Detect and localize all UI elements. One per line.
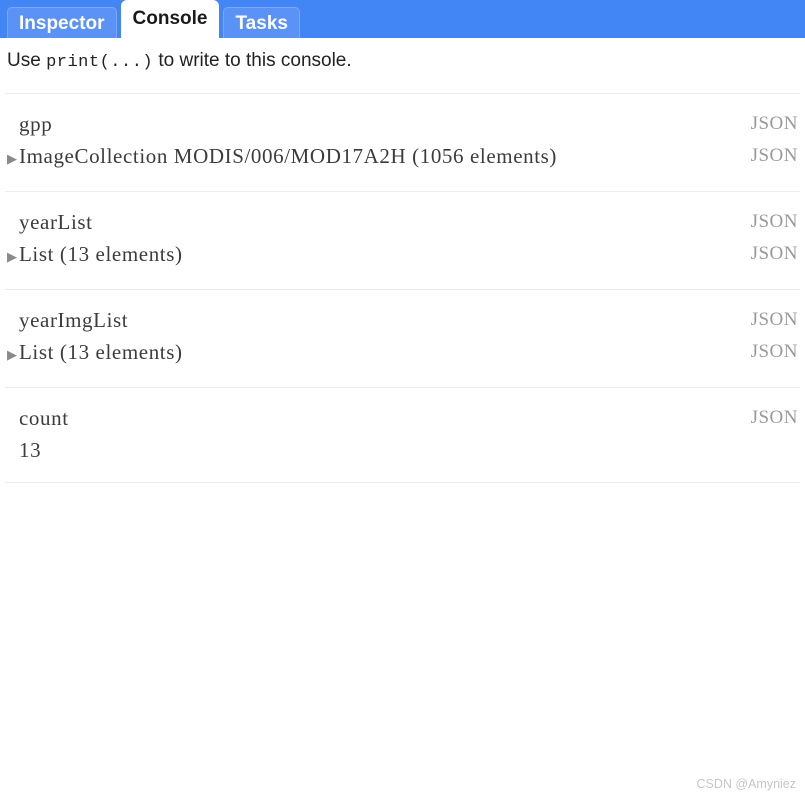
- console-hint-prefix: Use: [7, 50, 47, 71]
- json-link[interactable]: JSON: [751, 206, 798, 238]
- log-entry: yearList JSON ▶ List (13 elements) JSON: [5, 192, 800, 290]
- console-tab-bar: Inspector Console Tasks: [0, 0, 805, 38]
- log-entry-value: 13: [19, 438, 42, 462]
- log-entry-label: yearList: [19, 210, 93, 234]
- log-entry-value-row: ▶ List (13 elements) JSON: [5, 336, 800, 371]
- console-log-list: gpp JSON ▶ ImageCollection MODIS/006/MOD…: [5, 93, 800, 483]
- chevron-right-icon[interactable]: ▶: [5, 143, 19, 175]
- watermark: CSDN @Amyniez: [696, 777, 796, 791]
- json-link[interactable]: JSON: [751, 304, 798, 336]
- json-link[interactable]: JSON: [751, 140, 798, 172]
- tab-inspector[interactable]: Inspector: [7, 7, 117, 38]
- log-entry-label-row: yearList JSON: [5, 206, 800, 238]
- log-entry: gpp JSON ▶ ImageCollection MODIS/006/MOD…: [5, 94, 800, 192]
- log-entry-label: count: [19, 406, 69, 430]
- json-link[interactable]: JSON: [751, 402, 798, 434]
- console-panel: Use print(...) to write to this console.…: [0, 38, 805, 798]
- log-entry-value: List (13 elements): [19, 340, 183, 364]
- log-entry-value-row: ▶ ImageCollection MODIS/006/MOD17A2H (10…: [5, 140, 800, 175]
- json-link[interactable]: JSON: [751, 238, 798, 270]
- chevron-right-icon[interactable]: ▶: [5, 241, 19, 273]
- json-link[interactable]: JSON: [751, 336, 798, 368]
- log-entry: count JSON 13: [5, 388, 800, 483]
- tab-tasks[interactable]: Tasks: [223, 7, 300, 38]
- log-entry-value-row: 13: [5, 434, 800, 466]
- log-entry: yearImgList JSON ▶ List (13 elements) JS…: [5, 290, 800, 388]
- tab-console-label: Console: [132, 8, 208, 29]
- console-hint-code: print(...): [46, 53, 154, 72]
- chevron-right-icon[interactable]: ▶: [5, 339, 19, 371]
- log-entry-value: ImageCollection MODIS/006/MOD17A2H (1056…: [19, 144, 558, 168]
- tab-tasks-label: Tasks: [235, 13, 288, 34]
- log-entry-label-row: yearImgList JSON: [5, 304, 800, 336]
- tab-inspector-label: Inspector: [19, 13, 105, 34]
- log-entry-label-row: count JSON: [5, 402, 800, 434]
- log-entry-label: yearImgList: [19, 308, 129, 332]
- log-entry-label: gpp: [19, 112, 53, 136]
- json-link[interactable]: JSON: [751, 108, 798, 140]
- log-entry-label-row: gpp JSON: [5, 108, 800, 140]
- log-entry-value-row: ▶ List (13 elements) JSON: [5, 238, 800, 273]
- console-hint-text: Use print(...) to write to this console.: [0, 38, 805, 72]
- console-hint-suffix: to write to this console.: [153, 50, 352, 71]
- tab-console[interactable]: Console: [120, 0, 220, 38]
- log-entry-value: List (13 elements): [19, 242, 183, 266]
